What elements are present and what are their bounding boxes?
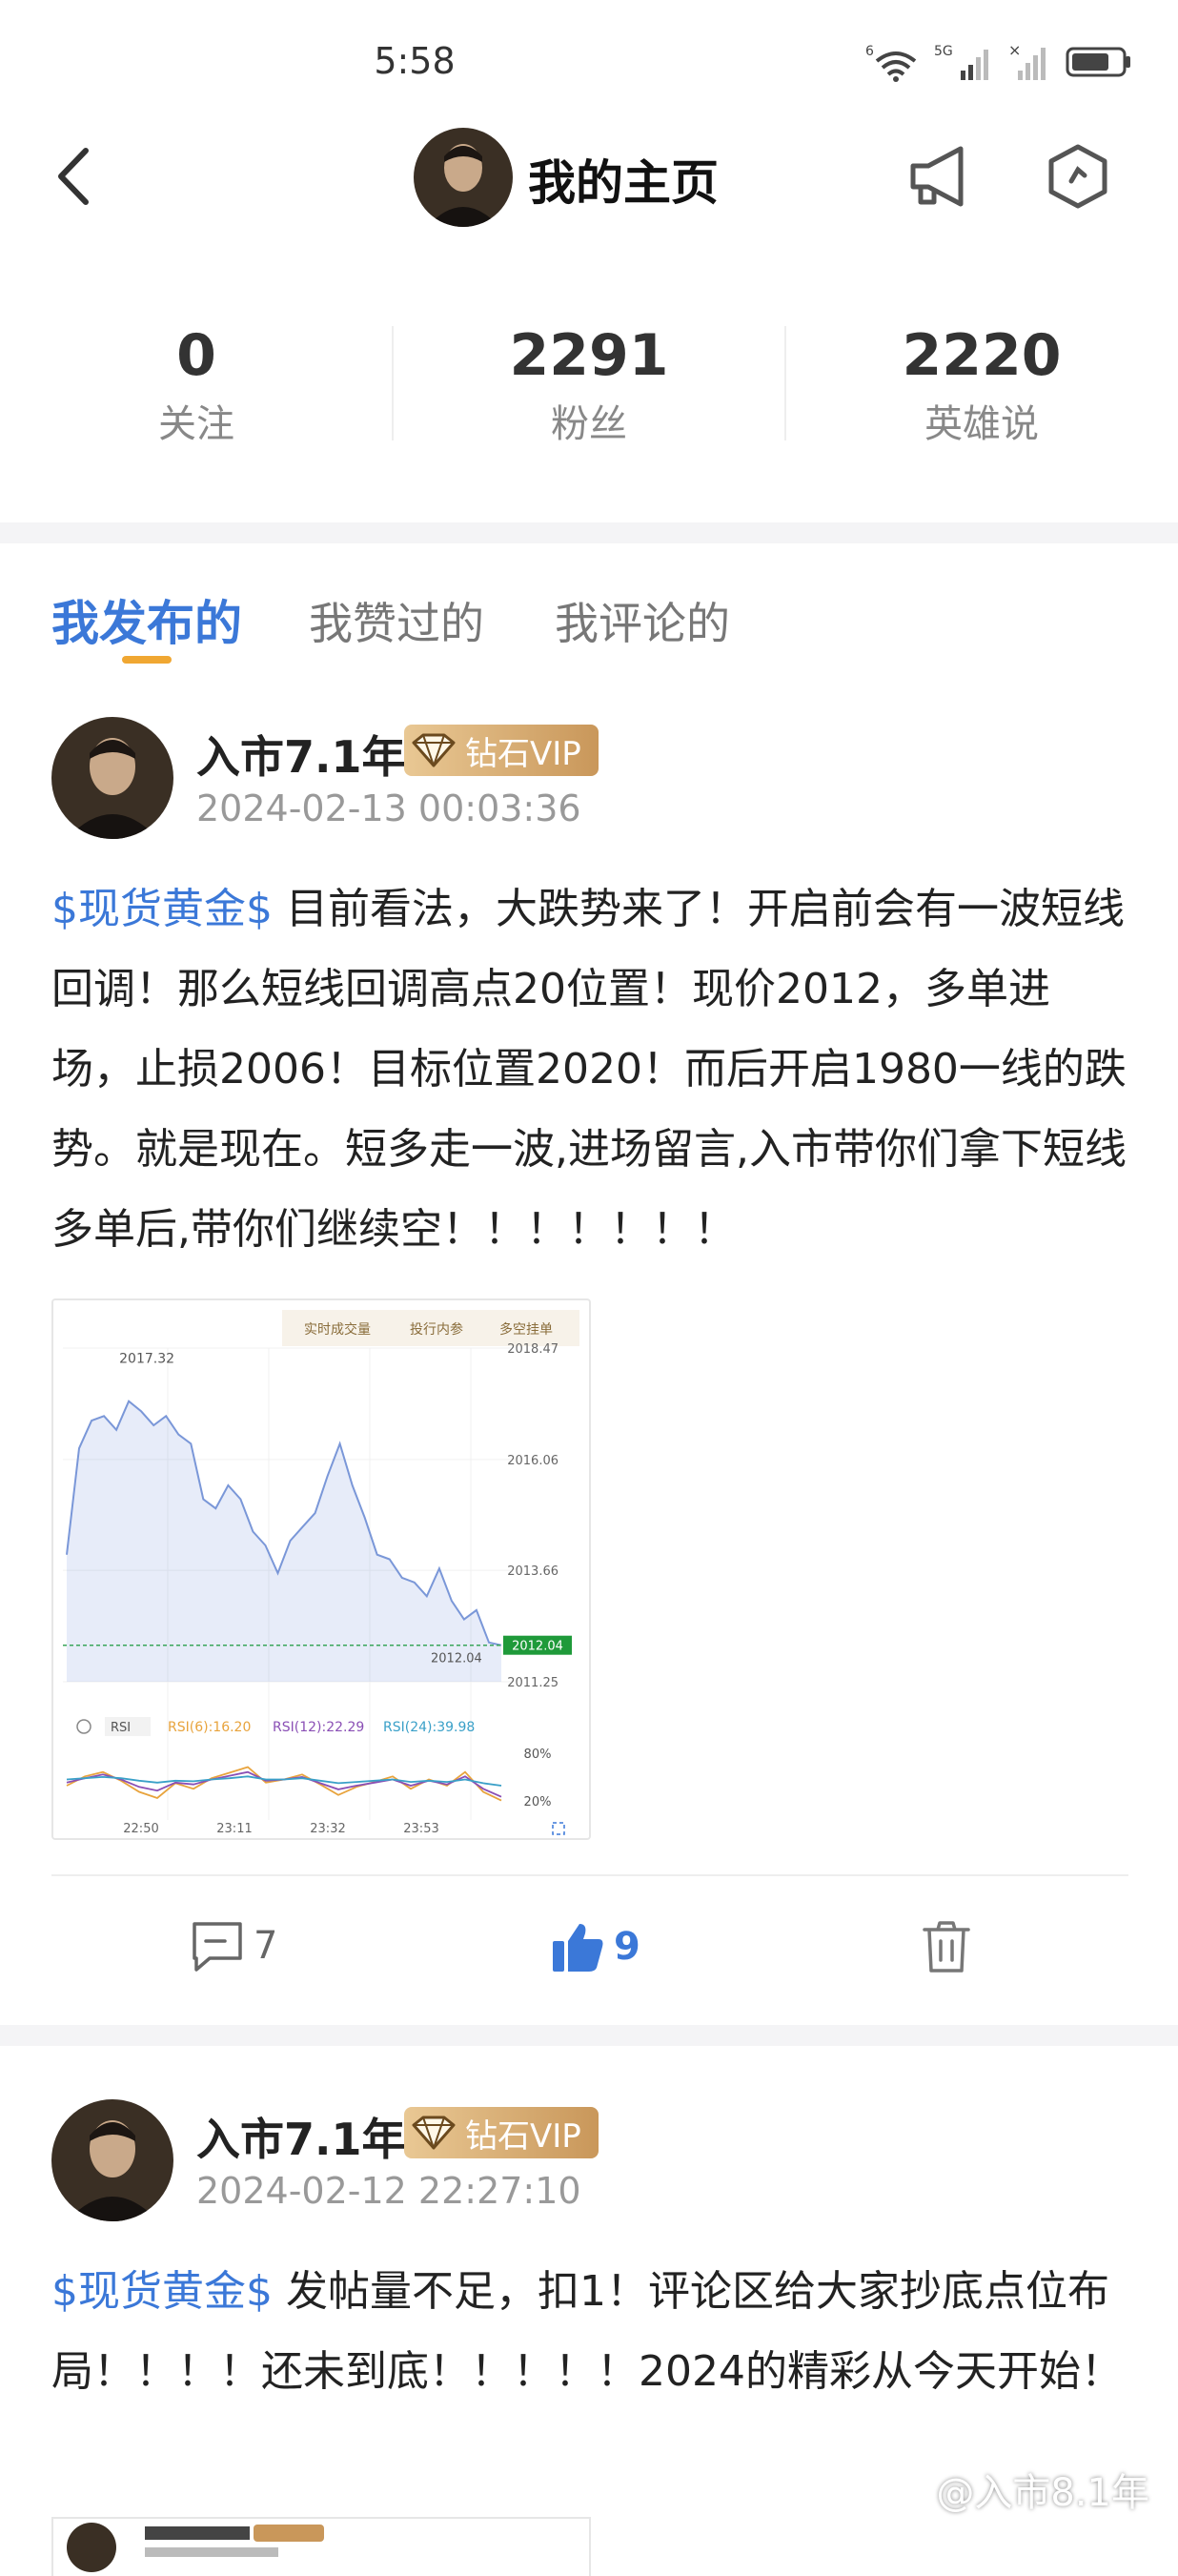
current-price-label: 2012.04 — [512, 1640, 563, 1654]
x-tick-label: 23:32 — [310, 1822, 345, 1836]
post-content[interactable]: $现货黄金$ 目前看法，大跌势来了！开启前会有一波短线回调！那么短线回调高点20… — [51, 869, 1128, 1270]
vip-badge: 钻石VIP — [404, 725, 599, 776]
like-button[interactable]: 9 — [551, 1920, 640, 1973]
announcement-button[interactable] — [907, 145, 974, 208]
chart-tab-bar: 实时成交量 投行内参 多空挂单 — [282, 1310, 579, 1346]
stat-followers-value: 2291 — [509, 322, 669, 389]
tab-commented[interactable]: 我评论的 — [555, 589, 730, 652]
post-author-avatar[interactable] — [51, 2099, 173, 2221]
stat-followers-label: 粉丝 — [551, 402, 627, 446]
battery-icon — [1066, 47, 1130, 77]
stat-following-value: 0 — [176, 322, 216, 389]
thumbs-up-icon — [553, 1924, 603, 1972]
post-author-name[interactable]: 入市7.1年 — [196, 2105, 406, 2168]
y-tick-label: 2011.25 — [507, 1676, 559, 1690]
y-tick-label: 2013.66 — [507, 1564, 559, 1579]
comment-icon — [193, 1922, 242, 1972]
y-tick-label: 2016.06 — [507, 1454, 559, 1468]
rsi-select: RSI — [111, 1721, 131, 1735]
section-separator — [0, 522, 1178, 543]
post-chart-image[interactable]: 实时成交量 投行内参 多空挂单 2018.47 2016.06 2013.66 201… — [51, 1298, 591, 1840]
page-title: 我的主页 — [528, 155, 719, 211]
chart-tab: 多空挂单 — [499, 1321, 553, 1338]
last-price-label: 2012.04 — [431, 1652, 482, 1666]
stat-posts-value: 2220 — [902, 322, 1062, 389]
header-avatar[interactable] — [414, 128, 513, 227]
post-separator — [0, 2025, 1178, 2046]
x-tick-label: 22:50 — [123, 1822, 158, 1836]
signal-icon: × — [1008, 42, 1046, 80]
svg-text:×: × — [1008, 42, 1021, 59]
post-timestamp: 2024-02-12 22:27:10 — [196, 2170, 581, 2212]
stat-posts-label: 英雄说 — [924, 402, 1039, 446]
post-hashtag[interactable]: $现货黄金$ — [51, 885, 273, 933]
tab-liked[interactable]: 我赞过的 — [309, 589, 484, 652]
vip-badge-label: 钻石VIP — [465, 2116, 581, 2156]
hexagon-settings-icon — [1048, 144, 1107, 209]
post-image-preview[interactable] — [51, 2517, 591, 2576]
status-icons: 6 5G × — [865, 42, 1132, 82]
signal-5g-icon: 5G — [934, 44, 988, 80]
rsi-6-label: RSI(6):16.20 — [168, 1720, 251, 1735]
stat-following[interactable]: 0 关注 — [0, 322, 393, 448]
chart-tab: 投行内参 — [410, 1321, 463, 1338]
chart-tab: 实时成交量 — [304, 1321, 371, 1338]
megaphone-icon — [910, 146, 964, 207]
post-divider — [51, 1874, 1128, 1876]
trash-icon — [923, 1921, 970, 1973]
price-chart: 实时成交量 投行内参 多空挂单 2018.47 2016.06 2013.66 201… — [63, 1310, 579, 1836]
rsi-level-label: 80% — [524, 1748, 552, 1762]
stat-following-label: 关注 — [158, 402, 234, 446]
comment-count: 7 — [254, 1924, 278, 1968]
rsi-12-label: RSI(12):22.29 — [273, 1720, 364, 1735]
post-author-avatar[interactable] — [51, 717, 173, 839]
network-1-label: 6 — [865, 44, 874, 59]
comment-button[interactable]: 7 — [191, 1920, 277, 1972]
status-time: 5:58 — [374, 40, 456, 82]
like-count: 9 — [614, 1925, 640, 1969]
watermark: @入市8.1年 — [936, 2471, 1149, 2515]
post-timestamp: 2024-02-13 00:03:36 — [196, 787, 581, 829]
diamond-icon — [412, 733, 456, 767]
delete-button[interactable] — [921, 1920, 972, 1973]
rsi-24-label: RSI(24):39.98 — [383, 1720, 475, 1735]
vip-badge: 钻石VIP — [404, 2107, 599, 2158]
rsi-header: RSI RSI(6):16.20 RSI(12):22.29 RSI(24):3… — [76, 1717, 475, 1736]
stat-followers[interactable]: 2291 粉丝 — [393, 322, 785, 448]
settings-button[interactable] — [1046, 143, 1109, 210]
network-2-label: 5G — [934, 44, 953, 59]
post-hashtag[interactable]: $现货黄金$ — [51, 2267, 273, 2316]
back-button[interactable] — [50, 143, 99, 210]
x-tick-label: 23:53 — [403, 1822, 438, 1836]
max-price-label: 2017.32 — [119, 1352, 174, 1367]
rsi-level-label: 20% — [524, 1795, 552, 1809]
x-tick-label: 23:11 — [216, 1822, 252, 1836]
tab-active-indicator — [122, 656, 172, 664]
vip-badge-label: 钻石VIP — [465, 734, 581, 773]
post-body: 目前看法，大跌势来了！开启前会有一波短线回调！那么短线回调高点20位置！现价20… — [51, 885, 1127, 1254]
post-content[interactable]: $现货黄金$ 发帖量不足，扣1！评论区给大家抄底点位布局！！！！还未到底！！！！… — [51, 2252, 1128, 2412]
y-tick-label: 2018.47 — [507, 1342, 559, 1357]
post-author-name[interactable]: 入市7.1年 — [196, 723, 406, 786]
diamond-icon — [412, 2116, 456, 2150]
wifi-icon: 6 — [865, 44, 917, 82]
stat-posts[interactable]: 2220 英雄说 — [785, 322, 1178, 448]
chevron-left-icon — [58, 148, 89, 205]
tab-my-posts[interactable]: 我发布的 — [51, 585, 242, 654]
